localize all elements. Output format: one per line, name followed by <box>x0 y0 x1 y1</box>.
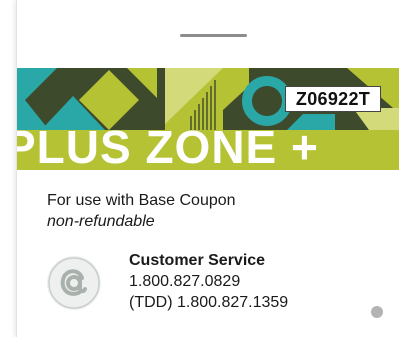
customer-service-title: Customer Service <box>129 252 266 269</box>
coupon-card: Z06922T PLUS ZONE + For use with Base Co… <box>16 0 399 337</box>
coupon-usage: For use with Base Coupon non-refundable <box>47 190 236 232</box>
banner-title: PLUS ZONE + <box>17 121 319 170</box>
usage-text: For use with Base Coupon <box>47 192 236 209</box>
coupon-banner: Z06922T PLUS ZONE + <box>17 68 399 170</box>
coupon-code: Z06922T <box>285 86 381 112</box>
usage-note: non-refundable <box>47 213 155 230</box>
customer-service-phone[interactable]: 1.800.827.0829 <box>129 271 288 292</box>
customer-service-tdd[interactable]: (TDD) 1.800.827.1359 <box>129 292 288 313</box>
drag-handle[interactable] <box>180 34 247 37</box>
customer-service-block: Customer Service 1.800.827.0829 (TDD) 1.… <box>129 250 288 313</box>
at-sign-logo-icon <box>47 256 101 310</box>
page-indicator-dot <box>371 306 383 318</box>
